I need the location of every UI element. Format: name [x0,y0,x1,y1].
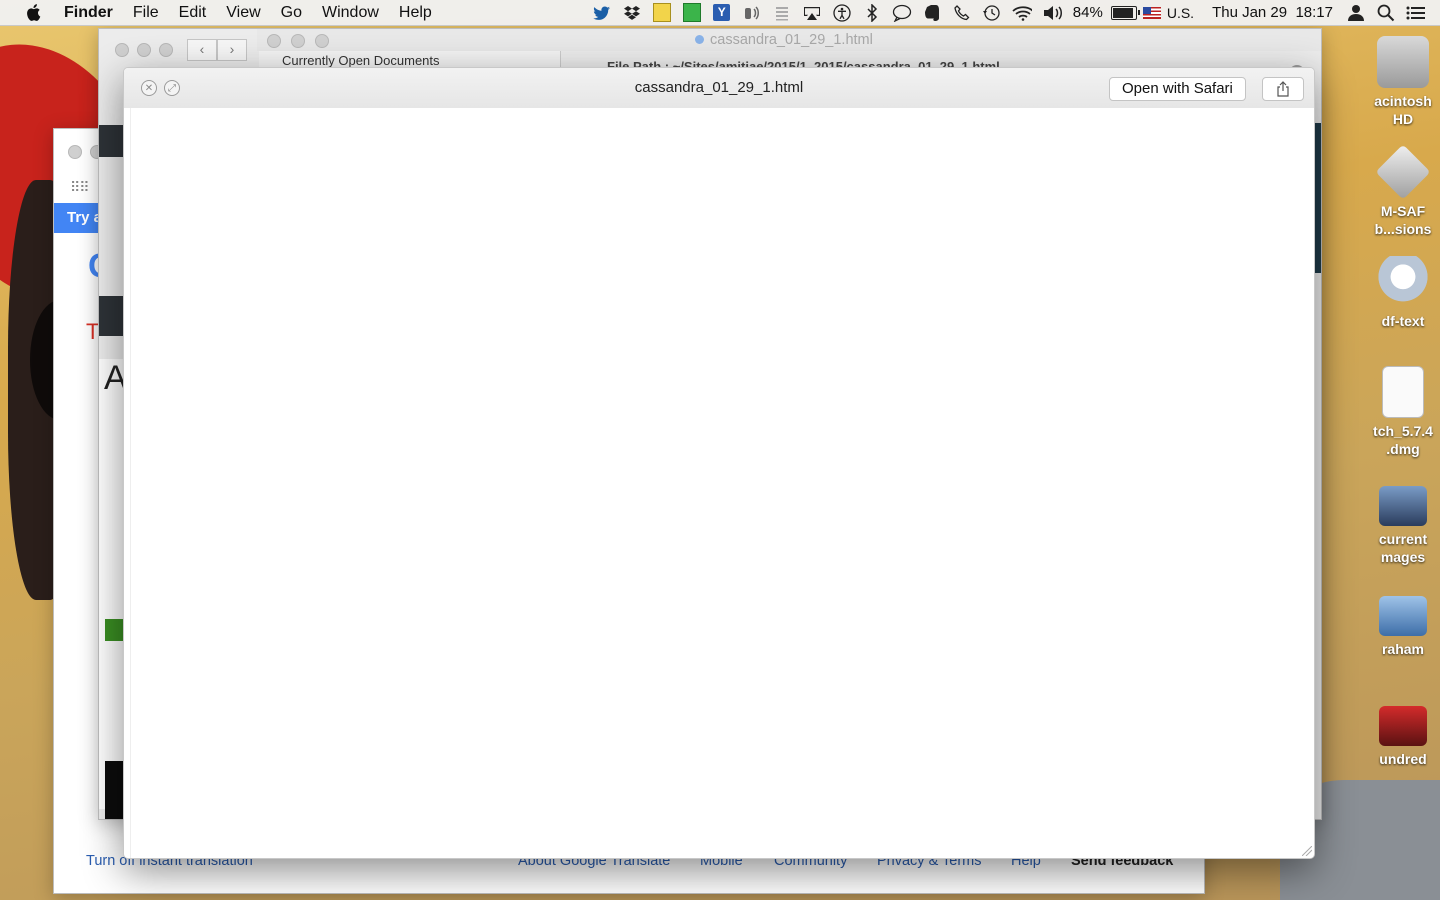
share-icon[interactable] [1262,77,1304,101]
disk-image-icon [1382,366,1424,418]
left-page-strip: A [99,359,127,819]
notification-center-icon[interactable] [1406,4,1426,22]
close-dot[interactable] [267,34,281,48]
page-black-image [105,761,123,819]
twitter-icon[interactable] [592,4,612,22]
airplay-icon[interactable] [802,4,822,22]
battery-icon[interactable] [1110,5,1140,20]
us-flag-icon[interactable] [1142,6,1161,19]
app-tool-icon [1377,256,1429,308]
desktop-icon-label: M-SAF b...sions [1374,203,1432,237]
input-source[interactable]: U.S. [1167,5,1194,21]
editor-title: cassandra_01_29_1.html [695,32,873,48]
menu-clock[interactable]: Thu Jan 29 18:17 [1212,4,1333,21]
desktop-icon-graham[interactable]: raham [1366,596,1440,658]
close-dot[interactable] [115,43,129,57]
desktop-icon-label: acintosh HD [1374,93,1432,127]
time-machine-icon[interactable] [982,4,1002,22]
desktop-icon-images[interactable]: current mages [1366,486,1440,566]
desktop-icon-package[interactable]: M-SAF b...sions [1366,144,1440,238]
menu-edit[interactable]: Edit [169,0,217,25]
quicklook-preview-area[interactable] [130,108,1314,858]
spotlight-search-icon[interactable] [1376,4,1396,22]
hard-drive-icon [1377,36,1429,88]
menu-bar: Finder File Edit View Go Window Help Y 8… [0,0,1440,26]
accessibility-icon[interactable] [832,3,852,22]
zoom-dot[interactable] [159,43,173,57]
resize-handle-icon[interactable] [1302,846,1312,856]
package-icon [1375,144,1431,200]
wifi-icon[interactable] [1012,4,1032,22]
desktop-icon-label: df-text [1381,313,1425,329]
dropbox-icon[interactable] [622,4,642,22]
phone-icon[interactable] [952,4,972,22]
minimize-dot[interactable] [291,34,305,48]
photo-thumbnail-icon [1379,486,1427,526]
apps-grid-icon[interactable]: ⠿⠿ [70,179,89,196]
document-icon [695,35,704,44]
battery-percent[interactable]: 84% [1073,4,1103,21]
desktop-icon-label: current mages [1378,531,1428,565]
translator-icon[interactable]: Y [712,4,732,22]
back-button[interactable]: ‹ [187,39,217,61]
forward-button[interactable]: › [217,39,247,61]
editor-title-text: cassandra_01_29_1.html [710,32,873,48]
list-stack-icon[interactable] [772,4,792,22]
notes-yellow-icon[interactable] [652,3,672,22]
evernote-icon[interactable] [922,4,942,22]
messages-icon[interactable] [892,4,912,22]
desktop-icon-label: undred [1379,751,1427,767]
menu-help[interactable]: Help [389,0,442,25]
finder-window-controls [115,43,173,57]
minimize-dot[interactable] [137,43,151,57]
menu-view[interactable]: View [216,0,270,25]
status-area: Y 84% U.S. Thu Jan 29 18:17 [587,0,1440,25]
menu-go[interactable]: Go [271,0,312,25]
photo-thumbnail-icon [1379,706,1427,746]
audio-device-icon[interactable] [742,4,762,22]
left-dark-panel [99,125,125,157]
menu-window[interactable]: Window [312,0,389,25]
editor-titlebar: cassandra_01_29_1.html [257,29,1321,51]
close-dot[interactable] [68,145,82,159]
desktop-icon-hd[interactable]: acintosh HD [1366,36,1440,128]
notes-green-icon[interactable] [682,3,702,22]
volume-icon[interactable] [1042,4,1062,22]
quicklook-window[interactable]: ✕ ⤢ cassandra_01_29_1.html Open with Saf… [123,67,1315,859]
menu-file[interactable]: File [123,0,169,25]
quicklook-titlebar: ✕ ⤢ cassandra_01_29_1.html Open with Saf… [124,68,1314,108]
menu-app-name[interactable]: Finder [62,0,123,25]
desktop-icon-label: raham [1381,641,1425,657]
user-icon[interactable] [1346,4,1366,22]
desktop-icon-tool[interactable]: df-text [1366,256,1440,330]
apple-menu-icon[interactable] [22,3,44,23]
desktop-icon-label: tch_5.7.4 .dmg [1373,423,1433,457]
finder-nav-buttons: ‹ › [187,39,247,61]
left-dark-panel-2 [99,296,125,336]
desktop-icon-dmg[interactable]: tch_5.7.4 .dmg [1366,366,1440,458]
zoom-dot[interactable] [315,34,329,48]
bluetooth-icon[interactable] [862,3,882,22]
desktop-icon-hundred[interactable]: undred [1366,706,1440,768]
open-with-safari-button[interactable]: Open with Safari [1109,77,1246,101]
photo-thumbnail-icon [1379,596,1427,636]
editor-window-controls [267,34,329,48]
